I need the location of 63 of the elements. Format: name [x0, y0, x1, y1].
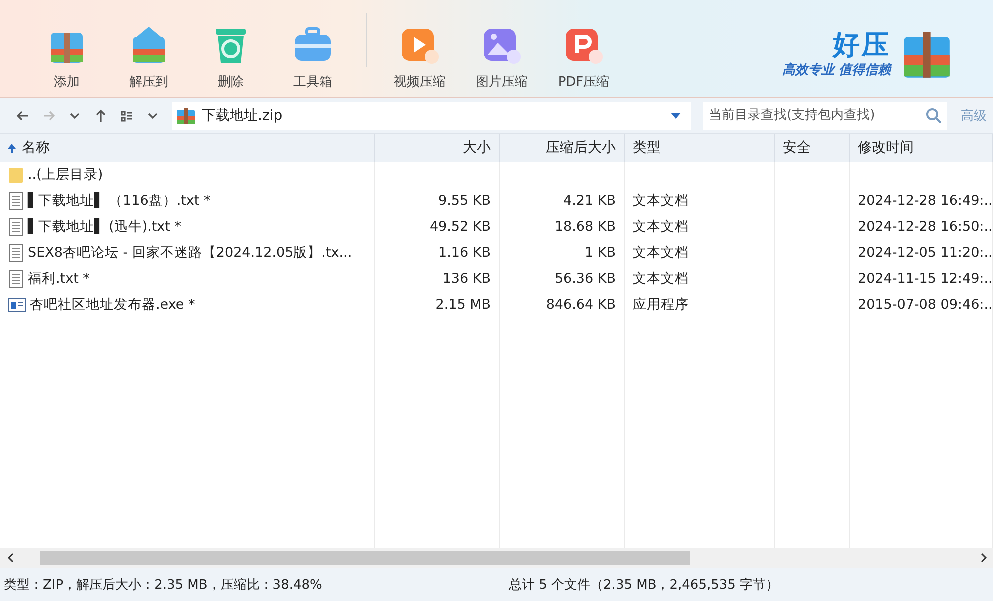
document-icon: [8, 218, 24, 236]
file-name-cell[interactable]: SEX8杏吧论坛 - 回家不迷路【2024.12.05版】.tx...: [0, 240, 375, 266]
table-cell: 应用程序: [625, 292, 775, 318]
scrollbar-thumb[interactable]: [40, 551, 690, 565]
file-name-cell[interactable]: ..(上层目录): [0, 162, 375, 188]
table-cell: 文本文档: [625, 214, 775, 240]
column-header[interactable]: 安全: [775, 134, 850, 162]
file-name-cell[interactable]: 杏吧社区地址发布器.exe *: [0, 292, 375, 318]
path-field[interactable]: 下载地址.zip: [172, 102, 691, 130]
table-cell: 文本文档: [625, 266, 775, 292]
search-field[interactable]: 当前目录查找(支持包内查找): [703, 102, 921, 130]
file-name-cell[interactable]: ▌下载地址▌ （116盘）.txt *: [0, 188, 375, 214]
table-cell: 846.64 KB: [500, 292, 625, 318]
column-header[interactable]: 大小: [375, 134, 500, 162]
toolbar-button[interactable]: 图片压缩: [461, 7, 543, 91]
toolbar-button[interactable]: 删除: [190, 7, 272, 91]
table-cell: 136 KB: [375, 266, 500, 292]
table-cell: 9.55 KB: [375, 188, 500, 214]
toolbar-button[interactable]: 解压到: [108, 7, 190, 91]
file-name-cell[interactable]: ▌下载地址▌ (迅牛).txt *: [0, 214, 375, 240]
window-icon: [8, 298, 26, 312]
table-cell: 4.21 KB: [500, 188, 625, 214]
brand-name: 好压: [833, 31, 891, 61]
sort-arrow-icon: [8, 144, 16, 152]
table-cell: 2024-12-05 11:20:..: [850, 240, 993, 266]
search-icon: [926, 108, 942, 124]
up-arrow-icon[interactable]: [94, 108, 108, 122]
table-cell: 1 KB: [500, 240, 625, 266]
table-cell: 1.16 KB: [375, 240, 500, 266]
table-cell: 18.68 KB: [500, 214, 625, 240]
table-cell: 2024-12-28 16:50:..: [850, 214, 993, 240]
table-cell: 2.15 MB: [375, 292, 500, 318]
horizontal-scrollbar[interactable]: [0, 548, 993, 568]
toolbar-button[interactable]: PDF压缩: [543, 7, 625, 91]
view-list-icon[interactable]: [120, 108, 134, 122]
table-cell: 2024-11-15 12:49:..: [850, 266, 993, 292]
folder-icon: [8, 166, 24, 184]
scroll-left-icon[interactable]: [6, 553, 16, 563]
status-text: 类型：ZIP，解压后大小：2.35 MB，压缩比：38.48%: [4, 576, 324, 594]
toolbar-button[interactable]: 视频压缩: [379, 7, 461, 91]
search-button[interactable]: [921, 102, 947, 130]
toolbar-button[interactable]: 添加: [26, 7, 108, 91]
table-cell: 2015-07-08 09:46:..: [850, 292, 993, 318]
document-icon: [8, 192, 24, 210]
table-cell: 文本文档: [625, 240, 775, 266]
file-name-cell[interactable]: 福利.txt *: [0, 266, 375, 292]
column-header[interactable]: 压缩后大小: [500, 134, 625, 162]
document-icon: [8, 244, 24, 262]
dropdown-caret-icon[interactable]: [671, 112, 681, 118]
scroll-right-icon[interactable]: [979, 553, 989, 563]
table-cell: 2024-12-28 16:49:..: [850, 188, 993, 214]
back-arrow-icon[interactable]: [16, 108, 30, 122]
column-header[interactable]: 类型: [625, 134, 775, 162]
table-cell: 49.52 KB: [375, 214, 500, 240]
status-text: 总计 5 个文件（2.35 MB，2,465,535 字节）: [509, 576, 780, 594]
table-cell: 56.36 KB: [500, 266, 625, 292]
brand-slogan: 高效专业 值得信赖: [782, 62, 891, 79]
column-header[interactable]: 修改时间: [850, 134, 993, 162]
table-cell: 文本文档: [625, 188, 775, 214]
archive-icon: [176, 106, 196, 124]
toolbar-button[interactable]: 工具箱: [272, 7, 354, 91]
document-icon: [8, 270, 24, 288]
column-header[interactable]: 名称: [0, 134, 375, 162]
